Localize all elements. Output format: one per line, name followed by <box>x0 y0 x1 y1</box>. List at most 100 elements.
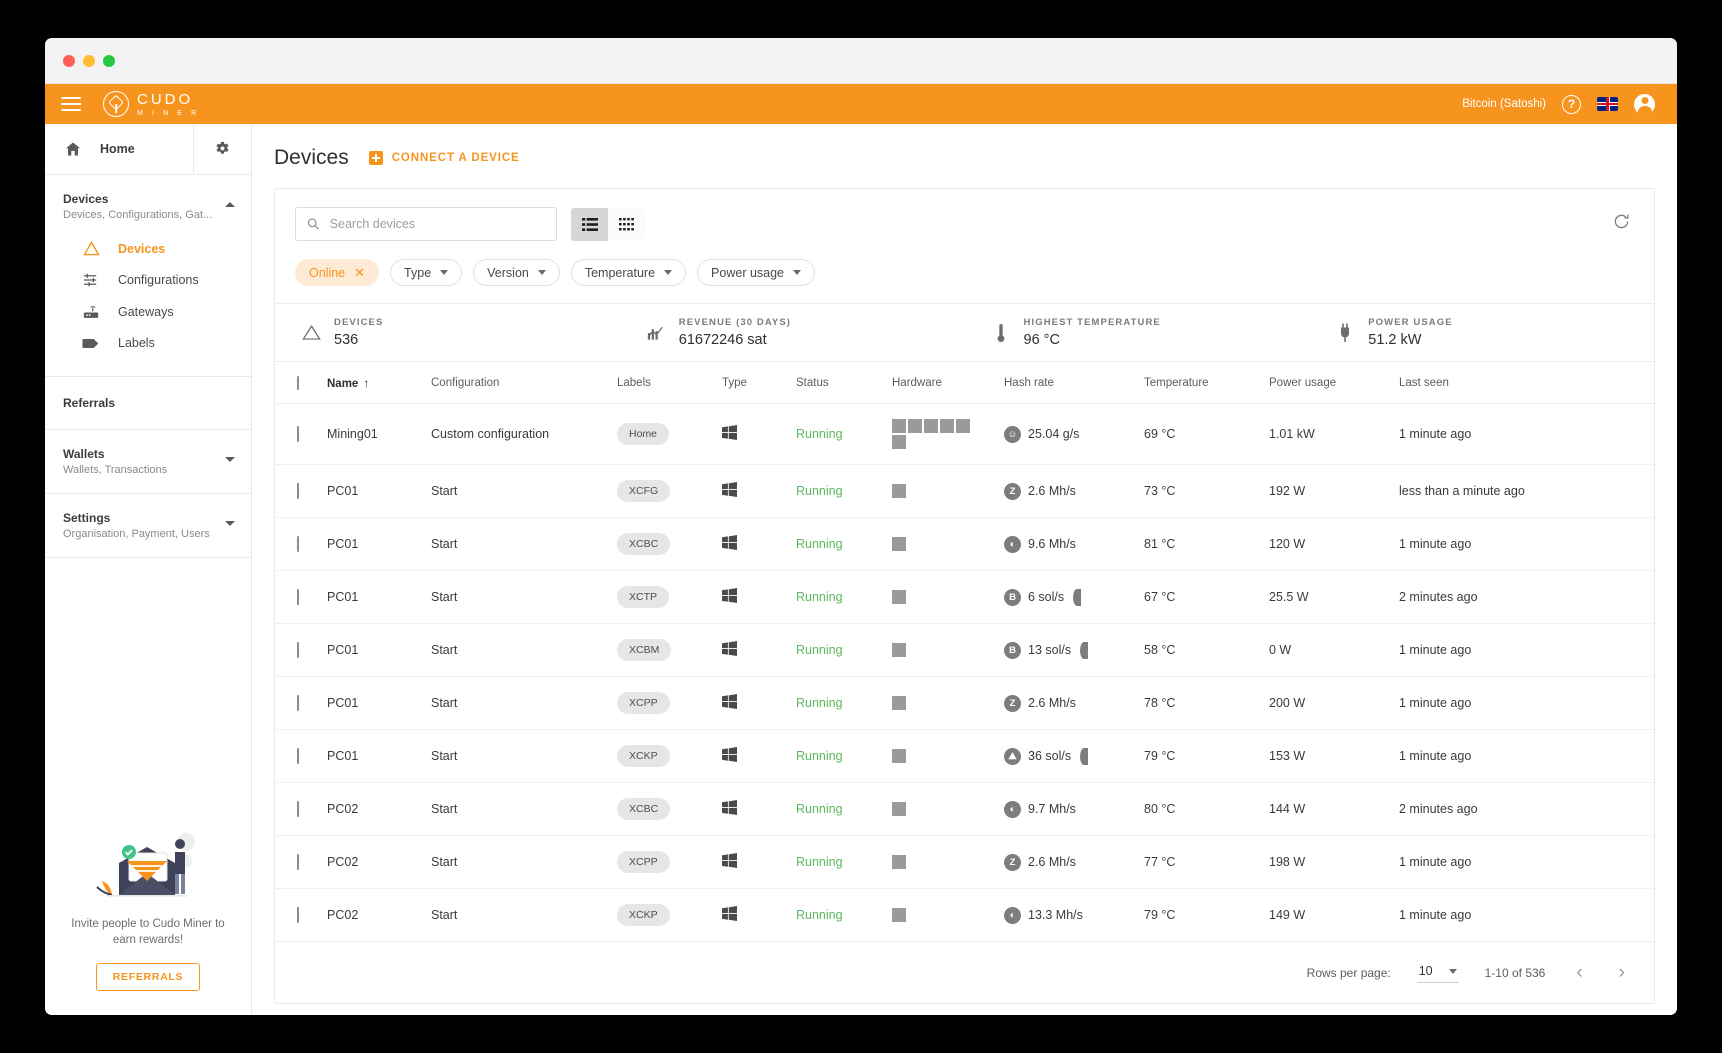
column-header-hardware[interactable]: Hardware <box>892 362 1004 404</box>
close-icon[interactable]: ✕ <box>354 266 365 279</box>
filter-chip-temperature[interactable]: Temperature <box>571 259 686 286</box>
column-header-temperature[interactable]: Temperature <box>1144 362 1269 404</box>
row-checkbox[interactable] <box>297 854 299 870</box>
table-row[interactable]: PC01StartXCBMRunningB13 sol/s58 °C0 W1 m… <box>275 624 1654 677</box>
sidebar-item-configurations[interactable]: Configurations <box>63 264 233 296</box>
cell-status: Running <box>796 624 892 677</box>
hash-rate-value: 2.6 Mh/s <box>1028 855 1076 869</box>
column-header-hash-rate[interactable]: Hash rate <box>1004 362 1144 404</box>
next-page-button[interactable]: › <box>1614 963 1630 982</box>
hardware-block <box>892 749 906 763</box>
menu-toggle-icon[interactable] <box>61 97 81 111</box>
sidebar-item-devices[interactable]: Devices <box>63 233 233 264</box>
select-all-checkbox[interactable] <box>297 376 299 390</box>
minimize-window-button[interactable] <box>83 55 95 67</box>
language-flag-icon[interactable] <box>1597 97 1618 111</box>
row-checkbox[interactable] <box>297 642 299 658</box>
help-icon[interactable]: ? <box>1562 95 1581 114</box>
table-row[interactable]: PC01StartXCTPRunningB6 sol/s67 °C25.5 W2… <box>275 571 1654 624</box>
row-checkbox[interactable] <box>297 907 299 923</box>
filter-chip-type[interactable]: Type <box>390 259 462 286</box>
search-input[interactable] <box>330 217 545 231</box>
cell-hash-rate: ◐9.7 Mh/s <box>1004 783 1144 836</box>
cell-temperature: 69 °C <box>1144 404 1269 465</box>
label-pill[interactable]: XCTP <box>617 586 669 608</box>
label-pill[interactable]: XCBC <box>617 798 670 820</box>
row-checkbox[interactable] <box>297 748 299 764</box>
column-header-status[interactable]: Status <box>796 362 892 404</box>
label-pill[interactable]: XCBC <box>617 533 670 555</box>
windows-icon <box>722 535 737 550</box>
sidebar-home-label: Home <box>100 142 135 156</box>
settings-gear-button[interactable] <box>193 124 251 174</box>
sidebar-item-labels[interactable]: Labels <box>63 328 233 358</box>
column-header-type[interactable]: Type <box>722 362 796 404</box>
previous-page-button[interactable]: ‹ <box>1571 963 1587 982</box>
sidebar-section-subtitle: Organisation, Payment, Users <box>63 528 233 540</box>
table-row[interactable]: PC01StartXCKPRunning⛰36 sol/s79 °C153 W1… <box>275 730 1654 783</box>
table-pagination: Rows per page: 10 1-10 of 536 ‹ › <box>275 942 1654 1003</box>
search-devices-box[interactable] <box>295 207 557 241</box>
window-titlebar <box>45 38 1677 84</box>
sidebar-section-subtitle: Wallets, Transactions <box>63 464 233 476</box>
sidebar-section-settings[interactable]: Settings Organisation, Payment, Users <box>45 494 251 558</box>
cell-type <box>722 889 796 942</box>
referral-promo-panel: Invite people to Cudo Miner to earn rewa… <box>45 819 251 1015</box>
cudo-miner-logo: CUDO M I N E R <box>103 91 200 117</box>
label-pill[interactable]: Home <box>617 423 669 445</box>
cell-configuration: Start <box>431 783 617 836</box>
table-row[interactable]: Mining01Custom configurationHomeRunning☺… <box>275 404 1654 465</box>
referrals-button[interactable]: REFERRALS <box>96 963 200 991</box>
column-header-labels[interactable]: Labels <box>617 362 722 404</box>
router-icon <box>81 304 101 320</box>
row-checkbox[interactable] <box>297 695 299 711</box>
table-row[interactable]: PC02StartXCBCRunning◐9.7 Mh/s80 °C144 W2… <box>275 783 1654 836</box>
connect-a-device-button[interactable]: CONNECT A DEVICE <box>369 151 520 165</box>
sidebar-section-wallets[interactable]: Wallets Wallets, Transactions <box>45 430 251 494</box>
column-header-configuration[interactable]: Configuration <box>431 362 617 404</box>
rows-per-page-select[interactable]: 10 <box>1417 962 1459 983</box>
label-pill[interactable]: XCKP <box>617 745 670 767</box>
filter-chip-online[interactable]: Online ✕ <box>295 259 379 286</box>
label-pill[interactable]: XCPP <box>617 851 670 873</box>
table-row[interactable]: PC02StartXCPPRunningZ2.6 Mh/s77 °C198 W1… <box>275 836 1654 889</box>
table-row[interactable]: PC01StartXCPPRunningZ2.6 Mh/s78 °C200 W1… <box>275 677 1654 730</box>
row-select-cell <box>275 624 327 677</box>
hardware-blocks <box>892 802 974 816</box>
label-pill[interactable]: XCKP <box>617 904 670 926</box>
table-row[interactable]: PC02StartXCKPRunning◐13.3 Mh/s79 °C149 W… <box>275 889 1654 942</box>
sidebar-section-subtitle: Devices, Configurations, Gat... <box>63 209 233 221</box>
user-account-icon[interactable] <box>1634 94 1655 115</box>
list-view-button[interactable] <box>571 208 608 241</box>
hardware-block <box>892 537 906 551</box>
table-row[interactable]: PC01StartXCFGRunningZ2.6 Mh/s73 °C192 Wl… <box>275 465 1654 518</box>
sidebar-item-gateways[interactable]: Gateways <box>63 296 233 328</box>
sidebar-item-label: Devices <box>118 242 165 256</box>
label-pill[interactable]: XCPP <box>617 692 670 714</box>
filter-chip-version[interactable]: Version <box>473 259 560 286</box>
row-checkbox[interactable] <box>297 536 299 552</box>
sidebar-section-referrals[interactable]: Referrals <box>45 377 251 430</box>
row-checkbox[interactable] <box>297 589 299 605</box>
grid-view-button[interactable] <box>608 208 645 241</box>
maximize-window-button[interactable] <box>103 55 115 67</box>
label-pill[interactable]: XCBM <box>617 639 671 661</box>
currency-selector[interactable]: Bitcoin (Satoshi) <box>1462 98 1546 110</box>
table-row[interactable]: PC01StartXCBCRunning◐9.6 Mh/s81 °C120 W1… <box>275 518 1654 571</box>
column-header-name[interactable]: Name↑ <box>327 362 431 404</box>
chevron-down-icon[interactable] <box>225 521 235 526</box>
column-header-last-seen[interactable]: Last seen <box>1399 362 1654 404</box>
refresh-button[interactable] <box>1609 209 1634 239</box>
sidebar-item-home[interactable]: Home <box>45 124 193 174</box>
row-checkbox[interactable] <box>297 801 299 817</box>
filter-chip-power-usage[interactable]: Power usage <box>697 259 815 286</box>
chevron-up-icon[interactable] <box>225 202 235 207</box>
cell-type <box>722 730 796 783</box>
row-checkbox[interactable] <box>297 426 299 442</box>
sidebar-section-devices[interactable]: Devices Devices, Configurations, Gat... … <box>45 175 251 377</box>
close-window-button[interactable] <box>63 55 75 67</box>
chevron-down-icon[interactable] <box>225 457 235 462</box>
label-pill[interactable]: XCFG <box>617 480 670 502</box>
row-checkbox[interactable] <box>297 483 299 499</box>
column-header-power-usage[interactable]: Power usage <box>1269 362 1399 404</box>
